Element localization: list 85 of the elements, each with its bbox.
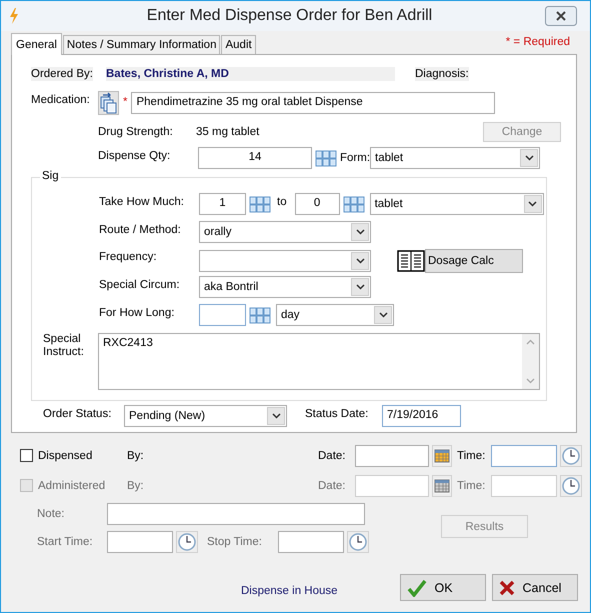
document-stack-icon[interactable]: [98, 91, 119, 115]
field-label: Date:: [318, 480, 346, 492]
dispense-in-house-link[interactable]: Dispense in House: [241, 584, 338, 596]
field-label: By:: [127, 450, 144, 462]
input-field[interactable]: [355, 474, 429, 496]
calendar-icon[interactable]: [432, 474, 452, 496]
field-label: Note:: [37, 508, 66, 520]
input-field[interactable]: 14: [198, 147, 312, 169]
window-title: Enter Med Dispense Order for Ben Adrill: [146, 7, 434, 25]
clock-icon[interactable]: [176, 531, 198, 553]
input-field[interactable]: [107, 531, 173, 553]
input-field[interactable]: [491, 474, 557, 496]
chevron-icon[interactable]: [272, 413, 280, 419]
lightning-icon[interactable]: [9, 8, 19, 24]
field-label: Take How Much:: [99, 196, 186, 208]
input-field[interactable]: 0: [294, 193, 340, 215]
calendar-icon[interactable]: [432, 444, 452, 466]
input-field[interactable]: [355, 444, 429, 466]
input-field[interactable]: 1: [199, 193, 246, 215]
check-icon[interactable]: [406, 578, 427, 596]
ok-button[interactable]: OK: [400, 574, 486, 601]
dropdown[interactable]: Pending (New): [124, 405, 287, 427]
field-label: Administered: [38, 480, 106, 492]
field-label: Stop Time:: [207, 536, 263, 548]
dropdown[interactable]: aka Bontril: [199, 276, 371, 298]
input-field[interactable]: Phendimetrazine 35 mg oral tablet Dispense: [131, 92, 496, 114]
field-label: Order Status:: [43, 408, 112, 420]
chevron-icon[interactable]: [524, 155, 534, 161]
keypad-icon[interactable]: [249, 306, 271, 324]
dropdown[interactable]: tablet: [370, 193, 544, 215]
field-label: For How Long:: [99, 307, 176, 319]
field-label: Drug Strength:: [98, 126, 174, 138]
field-label: Start Time:: [37, 536, 94, 548]
tab[interactable]: Audit: [221, 35, 256, 54]
chevron-icon[interactable]: [356, 284, 364, 290]
clock-icon[interactable]: [347, 531, 369, 553]
field-label: Special Circum:: [99, 279, 181, 291]
text-area[interactable]: RXC2413: [98, 333, 540, 390]
field-label: By:: [127, 480, 144, 492]
dropdown[interactable]: tablet: [370, 147, 540, 169]
input-field[interactable]: [491, 444, 557, 466]
x-icon[interactable]: [498, 580, 515, 596]
group-title: Sig: [40, 170, 61, 182]
field-label: Dispensed: [38, 450, 94, 462]
required-note: * = Required: [506, 36, 570, 48]
drug-strength-value: 35 mg tablet: [196, 126, 260, 138]
field-label: Time:: [457, 450, 486, 462]
scrollbar[interactable]: [522, 334, 539, 389]
input-field[interactable]: 7/19/2016: [382, 405, 461, 427]
chevron-icon[interactable]: [378, 312, 388, 318]
dosage-calc-button[interactable]: Dosage Calc: [425, 249, 523, 273]
input-field[interactable]: [199, 304, 246, 326]
field-label: Special Instruct:: [43, 333, 85, 359]
field-label: Time:: [457, 480, 486, 492]
cancel-button[interactable]: Cancel: [492, 574, 578, 601]
field-label: Route / Method:: [99, 224, 182, 236]
close-icon[interactable]: [545, 6, 577, 26]
field-label: Dispense Qty:: [98, 150, 172, 162]
field-label: Date:: [318, 450, 346, 462]
required-mark: *: [123, 96, 128, 108]
chevron-icon[interactable]: [528, 201, 538, 207]
text-area-value: RXC2413: [102, 336, 154, 351]
book-icon[interactable]: [397, 250, 425, 272]
keypad-icon[interactable]: [315, 148, 337, 168]
field-label: Diagnosis:: [415, 66, 469, 80]
input-field[interactable]: [107, 503, 365, 525]
keypad-icon[interactable]: [342, 194, 365, 214]
field-label: Ordered By:: [31, 66, 93, 80]
ordered-by-value: Bates, Christine A, MD: [106, 66, 395, 80]
field-label: Medication:: [31, 94, 91, 106]
field-label: Form:: [340, 152, 370, 164]
field-label: Status Date:: [305, 408, 370, 420]
chevron-icon[interactable]: [356, 229, 364, 235]
field-label: Frequency:: [99, 251, 158, 263]
checkbox[interactable]: [20, 449, 33, 462]
chevron-icon[interactable]: [356, 258, 364, 264]
dropdown[interactable]: orally: [199, 221, 371, 243]
dropdown[interactable]: day: [276, 304, 394, 326]
tab[interactable]: Notes / Summary Information: [62, 35, 220, 54]
tab[interactable]: General: [11, 33, 62, 55]
keypad-icon[interactable]: [249, 194, 271, 214]
clock-icon[interactable]: [560, 444, 582, 466]
field-label: to: [277, 196, 287, 208]
input-field[interactable]: [278, 531, 344, 553]
clock-icon[interactable]: [560, 474, 582, 496]
